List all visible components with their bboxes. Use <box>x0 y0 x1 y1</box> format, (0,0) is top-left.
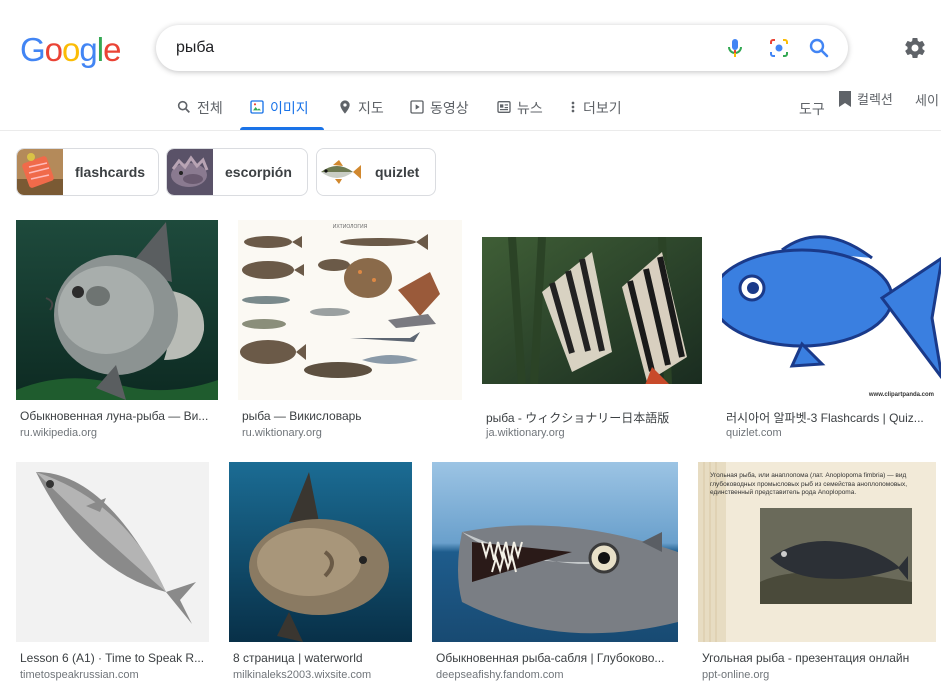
tab-label: 이미지 <box>270 100 309 116</box>
result-source: ppt-online.org <box>702 669 770 681</box>
chip-thumbnail <box>17 149 63 195</box>
result-thumbnail <box>16 462 209 642</box>
news-icon <box>497 101 511 113</box>
image-icon <box>250 100 264 114</box>
result-source: deepseafishy.fandom.com <box>436 669 564 681</box>
chip-label: quizlet <box>375 164 420 180</box>
result-title: рыба — Викисловарь <box>242 409 362 423</box>
tab-images[interactable]: 이미지 <box>240 90 324 130</box>
result-title: Lesson 6 (A1) · Time to Speak R... <box>20 651 205 665</box>
result-source: ja.wiktionary.org <box>486 427 565 439</box>
result-source: ru.wikipedia.org <box>20 427 98 439</box>
watermark-text: www.clipartpanda.com <box>868 392 934 398</box>
microphone-icon[interactable] <box>723 36 747 60</box>
tab-label: 뉴스 <box>517 100 543 116</box>
tab-all[interactable]: 전체 <box>176 90 223 130</box>
chart-header-text: ИХТИОЛОГИЯ <box>333 224 368 230</box>
tools-button[interactable]: 도구 <box>799 99 825 119</box>
result-thumbnail <box>229 462 412 642</box>
search-icon[interactable] <box>807 36 831 60</box>
result-thumbnail: www.clipartpanda.com <box>722 220 941 400</box>
map-pin-icon <box>340 100 350 114</box>
result-source: quizlet.com <box>726 427 782 439</box>
image-result[interactable]: Обыкновенная луна-рыба — Ви... ru.wikipe… <box>16 220 219 444</box>
result-thumbnail <box>432 462 678 642</box>
image-result[interactable]: ИХТИОЛОГИЯ рыба — Викисловарь ru.wiktion… <box>238 220 463 444</box>
result-title: Обыкновенная рыба-сабля | Глубоково... <box>436 651 665 665</box>
tab-label: 지도 <box>358 100 384 116</box>
related-chip-quizlet[interactable]: quizlet <box>316 148 436 196</box>
related-chip-flashcards[interactable]: flashcards <box>16 148 159 196</box>
result-title: 러시아어 알파벳-3 Flashcards | Quiz... <box>726 411 924 425</box>
result-source: ru.wiktionary.org <box>242 427 322 439</box>
image-result[interactable]: Угольная рыба, или анаплопома (лат. Anop… <box>698 462 937 686</box>
result-thumbnail <box>482 237 702 384</box>
google-logo[interactable]: Google <box>20 31 121 69</box>
slide-text: Угольная рыба, или анаплопома (лат. Anop… <box>710 472 908 496</box>
search-icon <box>177 100 190 113</box>
tab-more[interactable]: 더보기 <box>568 90 622 130</box>
result-title: Угольная рыба - презентация онлайн <box>702 651 910 665</box>
result-title: Обыкновенная луна-рыба — Ви... <box>20 409 209 423</box>
camera-lens-icon[interactable] <box>767 36 791 60</box>
chip-label: escorpión <box>225 164 292 180</box>
collections-label: 컬렉션 <box>857 92 893 107</box>
image-result[interactable]: рыба - ウィクショナリー日本語版 ja.wiktionary.org <box>482 220 703 444</box>
image-result[interactable]: www.clipartpanda.com 러시아어 알파벳-3 Flashcar… <box>722 220 941 444</box>
header-divider <box>0 130 941 131</box>
chip-label: flashcards <box>75 164 146 180</box>
collections-button[interactable]: 컬렉션 <box>838 89 893 108</box>
tab-videos[interactable]: 동영상 <box>409 90 469 130</box>
result-source: timetospeakrussian.com <box>20 669 139 681</box>
result-thumbnail: ИХТИОЛОГИЯ <box>238 220 462 400</box>
tab-label: 동영상 <box>430 100 469 116</box>
safesearch-button[interactable]: 세이 <box>915 90 939 109</box>
bookmark-icon <box>839 90 851 107</box>
result-thumbnail: Угольная рыба, или анаплопома (лат. Anop… <box>698 462 936 642</box>
result-thumbnail <box>16 220 218 400</box>
result-title: 8 страница | waterworld <box>233 651 363 665</box>
image-result[interactable]: Обыкновенная рыба-сабля | Глубоково... d… <box>432 462 679 686</box>
related-chip-escorpion[interactable]: escorpión <box>166 148 308 196</box>
result-source: milkinaleks2003.wixsite.com <box>233 669 372 681</box>
image-result[interactable]: Lesson 6 (A1) · Time to Speak R... timet… <box>16 462 210 686</box>
chip-thumbnail <box>317 149 363 195</box>
tab-label: 전체 <box>197 100 223 116</box>
search-box <box>156 25 848 71</box>
tab-label: 더보기 <box>583 100 622 116</box>
play-icon <box>410 100 424 114</box>
tab-news[interactable]: 뉴스 <box>496 90 543 130</box>
search-input[interactable] <box>176 37 696 59</box>
result-title: рыба - ウィクショナリー日本語版 <box>486 411 670 425</box>
settings-gear-icon[interactable] <box>903 36 927 60</box>
chip-thumbnail <box>167 149 213 195</box>
image-result[interactable]: 8 страница | waterworld milkinaleks2003.… <box>229 462 413 686</box>
tab-maps[interactable]: 지도 <box>337 90 384 130</box>
more-vert-icon <box>571 101 575 113</box>
